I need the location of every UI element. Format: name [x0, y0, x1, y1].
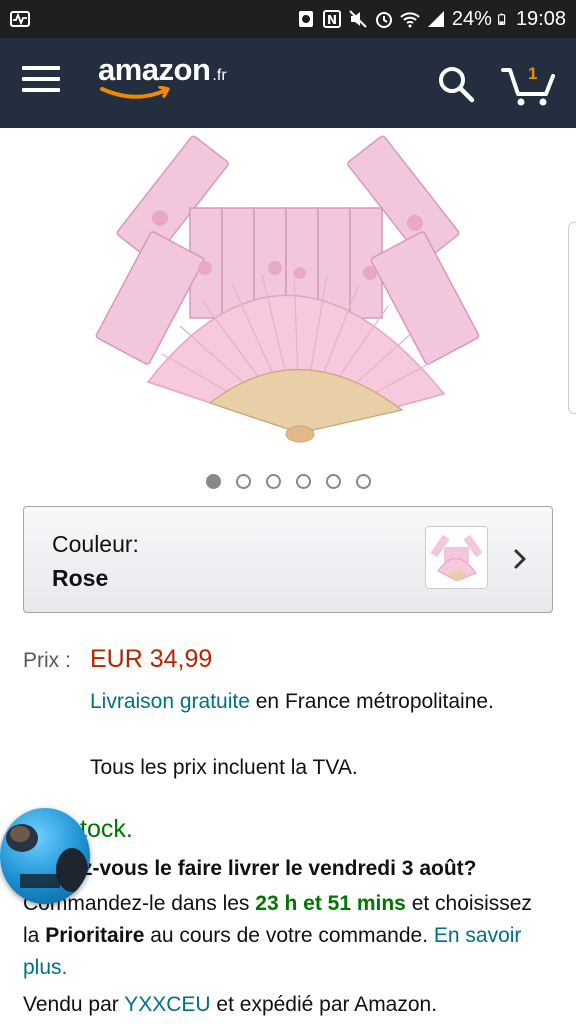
color-thumbnail [425, 526, 488, 589]
stock-status: tock. [80, 815, 133, 843]
carousel-dot-6[interactable] [355, 474, 371, 489]
side-scroll-handle[interactable] [568, 222, 576, 414]
sold-by-prefix: Vendu par [23, 993, 125, 1016]
carousel-dot-4[interactable] [295, 474, 311, 489]
status-bar: N 24% 19:08 [0, 0, 576, 38]
order-countdown: 23 h et 51 mins [255, 892, 406, 915]
order-cutoff-text: Commandez-le dans les 23 h et 51 mins et… [23, 888, 543, 984]
order-part-3: au cours de votre commande. [144, 924, 434, 947]
activity-icon [10, 11, 30, 27]
battery-icon [497, 13, 506, 25]
price-value: EUR 34,99 [90, 645, 213, 673]
chat-head-avatar[interactable] [0, 808, 90, 904]
app-header: amazon .fr 1 [0, 38, 576, 128]
order-option: Prioritaire [45, 924, 145, 947]
shipping-info: Livraison gratuite en France métropolita… [90, 686, 530, 717]
smile-arrow-icon [100, 86, 170, 99]
clock-time: 19:08 [515, 7, 566, 30]
carousel-dot-3[interactable] [265, 474, 281, 489]
sold-by: Vendu par YXXCEU et expédié par Amazon. [23, 993, 437, 1017]
search-icon[interactable] [436, 64, 476, 104]
free-shipping-link[interactable]: Livraison gratuite [90, 690, 250, 713]
hand-fan-gift-set-image [95, 135, 480, 443]
mute-icon [349, 10, 367, 28]
logo-tld: .fr [212, 67, 227, 84]
menu-icon[interactable] [22, 66, 60, 98]
amazon-logo[interactable]: amazon .fr [98, 52, 227, 112]
sold-by-suffix: et expédié par Amazon. [210, 993, 438, 1016]
shipping-rest: en France métropolitaine. [249, 690, 494, 713]
image-carousel-dots [0, 474, 576, 489]
recycle-icon [298, 11, 313, 27]
nfc-icon: N [322, 10, 341, 28]
carousel-dot-1[interactable] [205, 474, 221, 489]
price-label: Prix : [23, 649, 71, 672]
delivery-question: z-vous le faire livrer le vendredi 3 aoû… [82, 857, 477, 880]
alarm-icon [375, 12, 392, 28]
cart-count: 1 [528, 64, 538, 83]
battery-percent: 24% [451, 7, 492, 30]
carousel-dot-2[interactable] [235, 474, 251, 489]
fan-thumbnail-image [430, 534, 483, 582]
product-image[interactable] [0, 128, 576, 458]
chevron-right-icon [514, 549, 526, 569]
cart-button[interactable]: 1 [500, 60, 558, 108]
wifi-icon [400, 12, 420, 28]
seller-link[interactable]: YXXCEU [124, 993, 210, 1016]
svg-text:N: N [327, 13, 337, 27]
tva-note: Tous les prix incluent la TVA. [90, 756, 358, 779]
color-selector-button[interactable]: Couleur: Rose [23, 506, 553, 613]
logo-text: amazon [98, 52, 211, 87]
carousel-dot-5[interactable] [325, 474, 341, 489]
avatar-photo [6, 824, 88, 892]
color-label: Couleur: [52, 531, 139, 557]
signal-icon [427, 11, 444, 27]
color-value: Rose [52, 565, 109, 591]
